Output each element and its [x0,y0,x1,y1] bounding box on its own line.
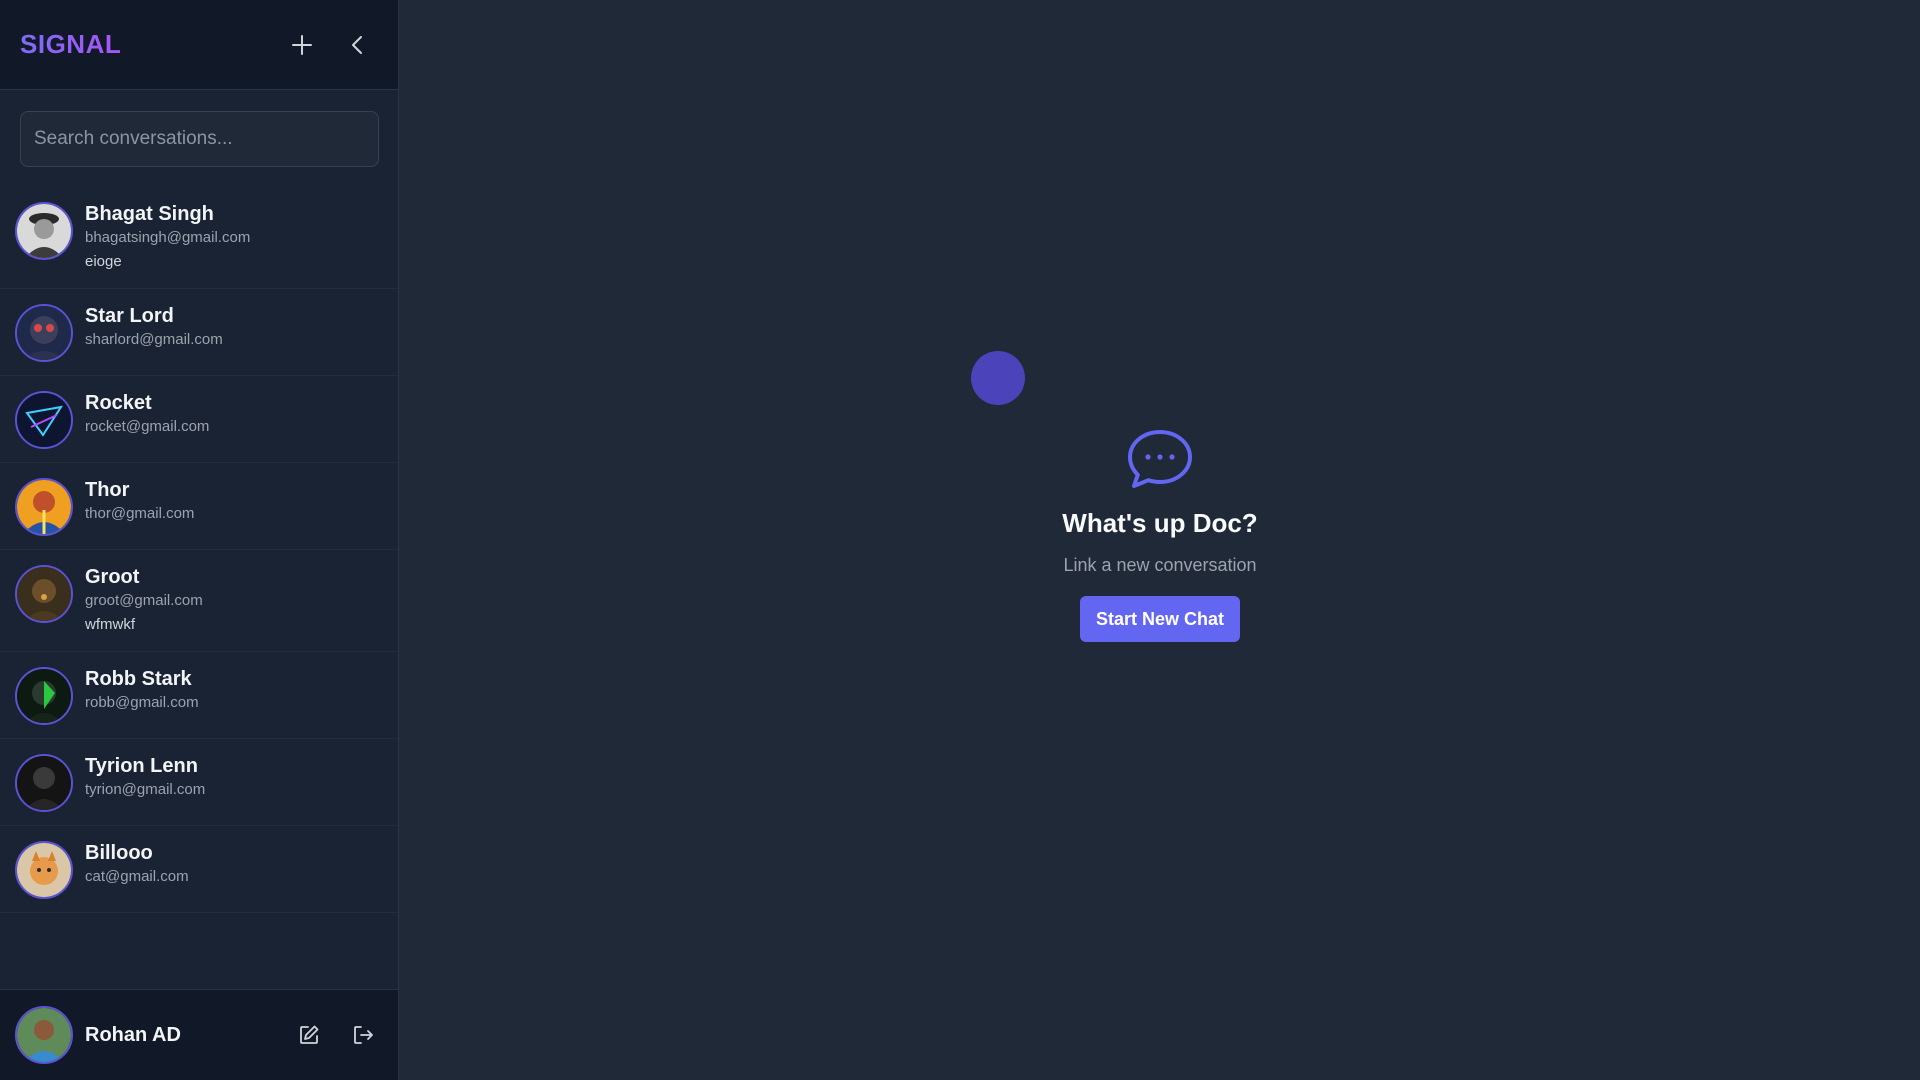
avatar [15,391,73,449]
avatar [15,202,73,260]
empty-state-title: What's up Doc? [1062,508,1258,538]
logout-button[interactable] [343,1015,383,1055]
main-panel: What's up Doc? Link a new conversation S… [400,0,1920,1080]
conversation-email: rocket@gmail.com [85,418,210,435]
conversation-item[interactable]: Billooo cat@gmail.com [0,826,398,913]
chat-bubble-icon [1128,430,1192,488]
avatar [15,565,73,623]
avatar [15,754,73,812]
conversation-email: cat@gmail.com [85,868,189,885]
new-chat-button[interactable] [282,25,322,65]
collapse-sidebar-button[interactable] [338,25,378,65]
sidebar: SIGNAL Bhagat Sing [0,0,399,1080]
plus-icon [292,34,312,55]
edit-icon [300,1025,319,1044]
conversation-name: Rocket [85,392,152,414]
loading-indicator [971,351,1025,405]
conversation-email: groot@gmail.com [85,592,203,609]
chevron-left-icon [352,35,362,54]
conversation-name: Billooo [85,842,153,864]
conversation-item[interactable]: Star Lord sharlord@gmail.com [0,289,398,376]
conversation-name: Robb Stark [85,668,192,690]
conversation-email: bhagatsingh@gmail.com [85,229,251,246]
avatar [15,478,73,536]
conversation-item[interactable]: Tyrion Lenn tyrion@gmail.com [0,739,398,826]
conversation-item[interactable]: Groot groot@gmail.com wfmwkf [0,550,398,652]
avatar [15,1006,73,1064]
app-logo: SIGNAL [20,29,122,59]
conversation-item[interactable]: Thor thor@gmail.com [0,463,398,550]
avatar [15,667,73,725]
avatar [15,304,73,362]
conversation-name: Groot [85,566,140,588]
logout-icon [354,1026,373,1044]
conversation-name: Star Lord [85,305,174,327]
conversation-email: thor@gmail.com [85,505,195,522]
current-user-bar: Rohan AD [0,989,398,1080]
conversation-last-message: wfmwkf [85,616,135,633]
conversation-list: Bhagat Singh bhagatsingh@gmail.com eioge… [0,187,398,989]
conversation-last-message: eioge [85,253,122,270]
search-container [0,90,398,187]
conversation-item[interactable]: Robb Stark robb@gmail.com [0,652,398,739]
conversation-item[interactable]: Rocket rocket@gmail.com [0,376,398,463]
conversation-item[interactable]: Bhagat Singh bhagatsingh@gmail.com eioge [0,187,398,289]
conversation-email: sharlord@gmail.com [85,331,223,348]
conversation-name: Thor [85,479,130,501]
conversation-name: Tyrion Lenn [85,755,198,777]
search-input[interactable] [20,111,379,167]
conversation-email: robb@gmail.com [85,694,199,711]
empty-state-subtitle: Link a new conversation [1063,555,1257,575]
conversation-email: tyrion@gmail.com [85,781,206,798]
empty-state: What's up Doc? Link a new conversation S… [400,428,1920,642]
current-user-name: Rohan AD [85,1023,181,1046]
sidebar-header: SIGNAL [0,0,398,90]
edit-profile-button[interactable] [289,1015,329,1055]
start-new-chat-button[interactable]: Start New Chat [1080,596,1240,642]
conversation-name: Bhagat Singh [85,203,214,225]
avatar [15,841,73,899]
